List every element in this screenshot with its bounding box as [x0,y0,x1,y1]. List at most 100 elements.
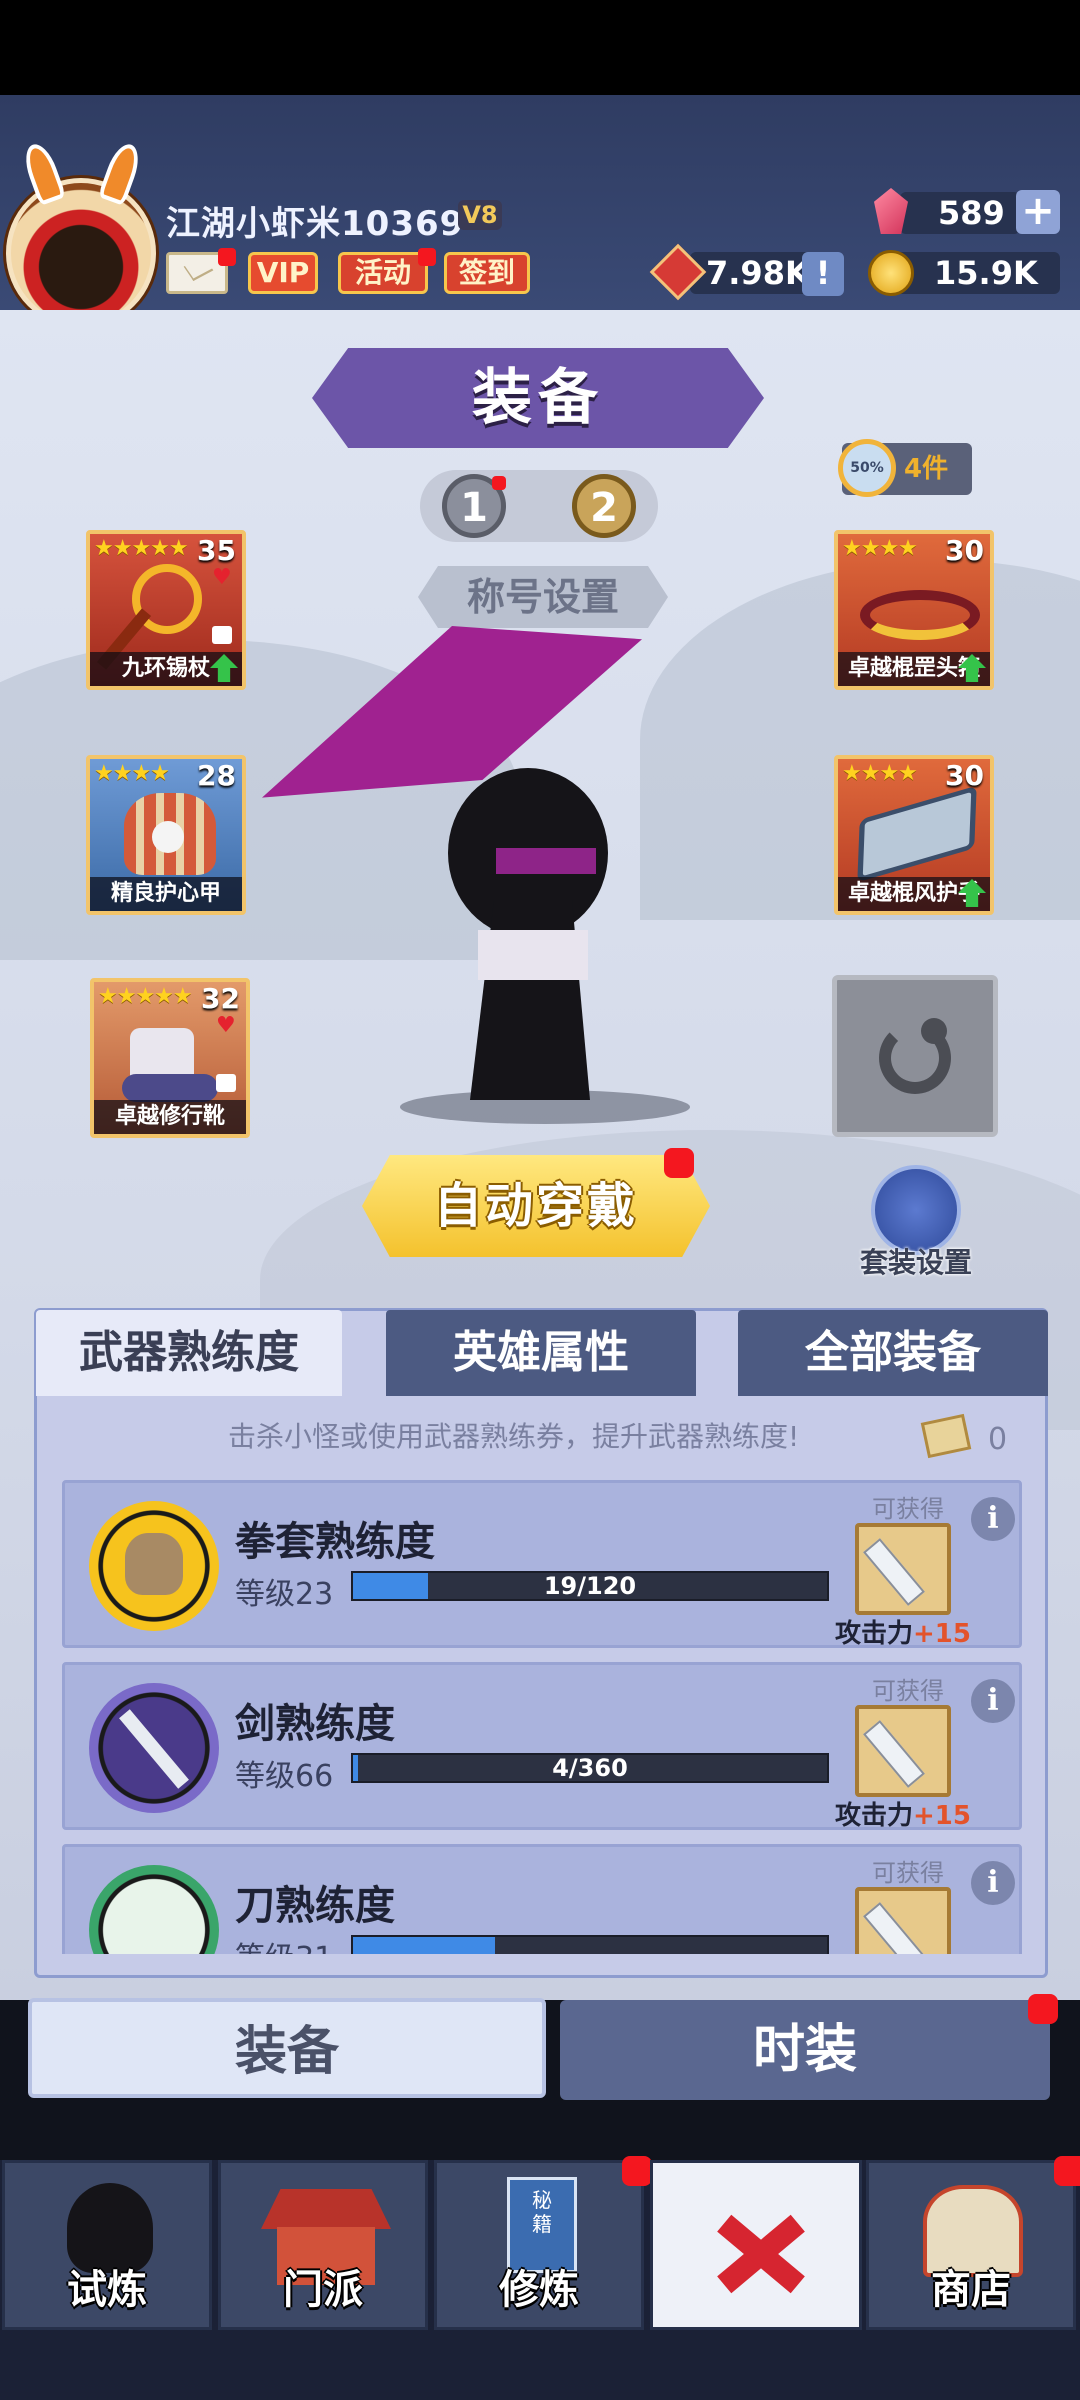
nav-cultivate[interactable]: 秘籍 修炼 [434,2160,644,2330]
auto-equip-notification-dot [664,1148,694,1178]
page-title: 装备 [472,363,604,433]
title-setting-button[interactable]: 称号设置 [418,566,668,628]
mastery-progress-bar: 19/120 [351,1571,829,1601]
nav-label: 修炼 [499,2267,579,2313]
page-1-notification-dot [492,476,506,490]
slot-stars: ★★★★★ [94,536,189,561]
coin-count: 15.9K [890,252,1060,294]
progress-text: 4/360 [552,1754,628,1782]
mastery-hint: 击杀小怪或使用武器熟练券，提升武器熟练度! [228,1420,800,1453]
slot-stars: ★★★★★ [98,984,193,1009]
nav-shop[interactable]: 商店 [866,2160,1076,2330]
auto-equip-button[interactable]: 自动穿戴 [362,1155,710,1257]
info-button[interactable]: i [971,1679,1015,1723]
slot-armor[interactable]: ★★★★ 28 精良护心甲 [86,755,246,915]
slot-weapon[interactable]: ★★★★★ 35 ♥ 九环锡杖 [86,530,246,690]
heart-icon: ♥ [212,565,232,590]
set-bonus-indicator[interactable]: 50% 4件 [838,439,972,497]
set-count-label: 4件 [904,454,949,484]
attack-value: +15 [913,1801,971,1831]
subtab-fashion[interactable]: 时装 [560,2000,1050,2100]
activity-notification-dot [418,248,436,266]
set-settings-button[interactable]: 套装设置 [856,1165,976,1279]
attack-reward-icon[interactable] [855,1887,951,1954]
nav-label: 试炼 [67,2267,147,2313]
obtainable-label: 可获得 [872,1495,944,1523]
info-button[interactable]: i [971,1861,1015,1905]
slot-bracer[interactable]: ★★★★ 30 卓越棍风护手 [834,755,994,915]
mastery-row-fist[interactable]: 拳套熟练度 等级23 19/120 可获得 攻击力+15 i [62,1480,1022,1650]
boot-sole [122,1074,218,1102]
mastery-level: 等级31 [235,1933,333,1954]
lock-icon [212,626,232,644]
slot-name: 卓越修行靴 [94,1100,246,1134]
mastery-name: 拳套熟练度 [235,1519,435,1565]
vip-button[interactable]: VIP [248,252,318,294]
set-bonus-icon: 50% [838,439,896,497]
heart-icon: ♥ [216,1013,236,1038]
nav-close[interactable] [650,2160,862,2330]
coin-icon [868,250,914,296]
slot-name: 精良护心甲 [90,877,242,911]
lock-icon [216,1074,236,1092]
slot-stars: ★★★★ [842,761,918,786]
attack-label: 攻击力 [835,1619,914,1649]
armor-gem [152,821,184,853]
mastery-progress-bar: 4/360 [351,1753,829,1783]
mastery-row-sword[interactable]: 剑熟练度 等级66 4/360 可获得 攻击力+15 i [62,1662,1022,1831]
set-settings-label: 套装设置 [859,1246,972,1279]
vip-level-badge: V8 [458,200,502,230]
slot-headband[interactable]: ★★★★ 30 卓越棍罡头箍 [834,530,994,690]
mastery-list[interactable]: 拳套熟练度 等级23 19/120 可获得 攻击力+15 i 剑熟练度 等级66… [36,1470,1046,1954]
player-name: 江湖小虾米10369 [166,204,465,244]
slot-stars: ★★★★ [94,761,170,786]
obtainable-label: 可获得 [872,1677,944,1705]
slot-level: 30 [945,534,984,567]
refresh-icon-dot [921,1018,947,1044]
character-mask [496,848,596,874]
shop-notification-dot [1054,2156,1080,2186]
mastery-row-blade[interactable]: 刀熟练度 等级31 可获得 i [62,1844,1022,1954]
nav-sect[interactable]: 门派 [218,2160,428,2330]
attack-label: 攻击力 [835,1801,914,1831]
signin-button[interactable]: 签到 [444,252,530,294]
status-bar [0,0,1080,95]
honor-more-button[interactable]: ! [802,252,844,296]
attack-value: +15 [913,1619,971,1649]
tab-hero-attributes[interactable]: 英雄属性 [386,1310,696,1396]
tab-all-equipment[interactable]: 全部装备 [738,1310,1048,1396]
fist-icon [89,1501,219,1631]
attack-reward-icon[interactable] [855,1705,951,1797]
add-gems-button[interactable]: + [1016,190,1060,234]
activity-button[interactable]: 活动 [338,252,428,294]
gate-roof-icon [261,2189,391,2229]
mastery-level: 等级23 [235,1577,334,1612]
equipment-page-toggle[interactable]: 1 2 [420,470,658,542]
sword-blade [119,1709,189,1789]
slot-empty[interactable] [832,975,998,1137]
bracer-icon [857,785,977,883]
tab-weapon-mastery[interactable]: 武器熟练度 [36,1310,342,1396]
sword-icon [89,1683,219,1813]
mastery-name: 刀熟练度 [235,1883,395,1929]
info-button[interactable]: i [971,1497,1015,1541]
slot-stars: ★★★★ [842,536,918,561]
mastery-level: 等级66 [235,1759,334,1794]
gem-count: 589 [900,192,1020,234]
slot-level: 32 [201,982,240,1015]
obtainable-label: 可获得 [872,1859,944,1887]
attack-reward: 攻击力+15 [835,1613,971,1650]
nav-trial[interactable]: 试炼 [2,2160,212,2330]
slot-boots[interactable]: ★★★★★ 32 ♥ 卓越修行靴 [90,978,250,1138]
cultivate-notification-dot [622,2156,652,2186]
attack-reward-icon[interactable] [855,1523,951,1615]
subtab-equipment[interactable]: 装备 [28,1998,546,2098]
character-sash [478,930,588,980]
page-2-button[interactable]: 2 [572,474,636,538]
player-avatar[interactable] [6,140,156,328]
progress-fill [353,1937,496,1954]
mastery-progress-bar [351,1935,829,1954]
slot-level: 30 [945,759,984,792]
mastery-ticket-count: 0 [988,1422,1008,1457]
page-title-banner: 装备 [312,348,764,448]
